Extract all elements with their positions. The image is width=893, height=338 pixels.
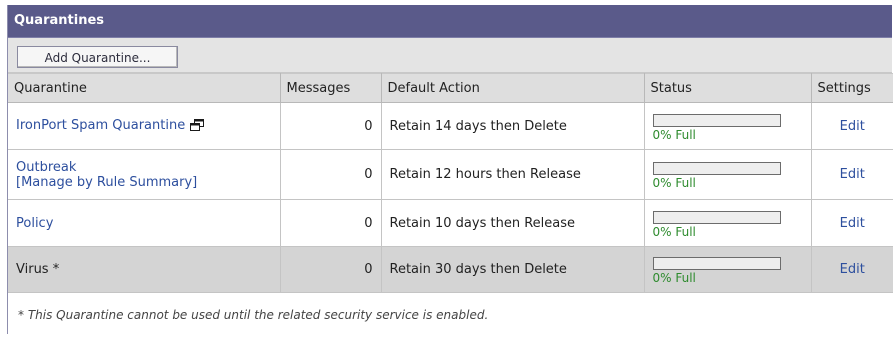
settings-cell: Edit — [811, 149, 893, 200]
quarantine-name-link[interactable]: Outbreak — [16, 160, 272, 175]
default-action-cell: Retain 10 days then Release — [381, 199, 645, 247]
popup-window-icon[interactable] — [190, 118, 205, 135]
manage-by-rule-summary-link[interactable]: [Manage by Rule Summary] — [16, 175, 272, 190]
status-cell: 0% Full — [644, 102, 812, 150]
messages-cell: 0 — [280, 199, 382, 247]
table-header-row: Quarantine Messages Default Action Statu… — [8, 73, 893, 103]
status-gauge — [652, 210, 781, 224]
column-header-settings[interactable]: Settings — [811, 73, 893, 103]
quarantine-name-cell: IronPort Spam Quarantine — [8, 102, 281, 150]
messages-cell: 0 — [280, 246, 382, 293]
default-action-cell: Retain 12 hours then Release — [381, 149, 645, 200]
footnote: * This Quarantine cannot be used until t… — [18, 308, 489, 322]
status-cell: 0% Full — [644, 246, 812, 293]
quarantines-panel: Quarantines Add Quarantine... Quarantine… — [7, 5, 893, 334]
quarantine-name-link[interactable]: IronPort Spam Quarantine — [16, 118, 185, 133]
status-gauge — [652, 162, 781, 175]
default-action-cell: Retain 30 days then Delete — [381, 246, 645, 293]
status-text: 0% Full — [652, 271, 696, 285]
messages-cell: 0 — [280, 102, 382, 150]
add-quarantine-button[interactable]: Add Quarantine... — [17, 46, 178, 68]
column-header-default-action[interactable]: Default Action — [381, 73, 645, 103]
quarantine-name-cell: Outbreak [Manage by Rule Summary] — [8, 149, 281, 200]
status-gauge — [652, 113, 781, 127]
edit-link[interactable]: Edit — [840, 167, 865, 182]
quarantine-name-cell: Policy — [8, 199, 281, 247]
table-row: Outbreak [Manage by Rule Summary] 0 Reta… — [8, 149, 893, 200]
settings-cell: Edit — [811, 199, 893, 247]
panel-title: Quarantines — [8, 5, 892, 38]
table-row: Virus * 0 Retain 30 days then Delete 0% … — [8, 246, 893, 293]
edit-link[interactable]: Edit — [840, 216, 865, 231]
status-gauge — [652, 257, 781, 270]
status-text: 0% Full — [652, 176, 696, 190]
edit-link[interactable]: Edit — [840, 119, 865, 134]
table-row: Policy 0 Retain 10 days then Release 0% … — [8, 199, 893, 247]
table-row: IronPort Spam Quarantine 0 Retain 14 day… — [8, 102, 893, 150]
status-cell: 0% Full — [644, 199, 812, 247]
quarantine-name-link[interactable]: Policy — [16, 216, 53, 231]
edit-link[interactable]: Edit — [840, 262, 865, 277]
settings-cell: Edit — [811, 246, 893, 293]
status-cell: 0% Full — [644, 149, 812, 200]
quarantines-table: Quarantine Messages Default Action Statu… — [8, 73, 893, 293]
column-header-quarantine[interactable]: Quarantine — [8, 73, 281, 103]
messages-cell: 0 — [280, 149, 382, 200]
column-header-status[interactable]: Status — [644, 73, 812, 103]
settings-cell: Edit — [811, 102, 893, 150]
status-text: 0% Full — [652, 224, 696, 239]
column-header-messages[interactable]: Messages — [280, 73, 382, 103]
quarantine-name-text: Virus * — [16, 262, 60, 277]
toolbar: Add Quarantine... — [8, 38, 892, 73]
quarantine-name-cell: Virus * — [8, 246, 281, 293]
default-action-cell: Retain 14 days then Delete — [381, 102, 645, 150]
status-text: 0% Full — [652, 127, 696, 142]
